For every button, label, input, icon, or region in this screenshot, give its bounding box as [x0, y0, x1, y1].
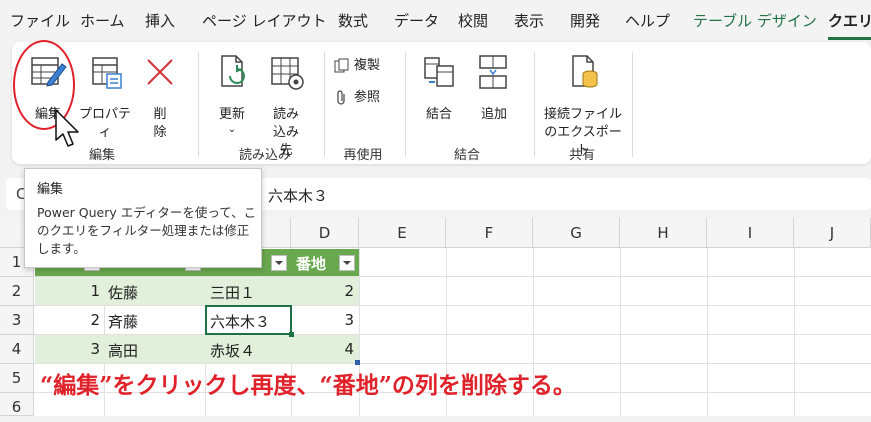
- table-cell-number[interactable]: 2: [300, 282, 354, 300]
- menu-table-design[interactable]: テーブル デザイン: [693, 10, 817, 31]
- refresh-button[interactable]: 更新 ⌄: [210, 52, 254, 136]
- merge-icon: [424, 57, 454, 87]
- group-label-combine: 結合: [453, 148, 480, 163]
- gridline: [794, 248, 795, 416]
- menu-view[interactable]: 表示: [514, 10, 544, 31]
- instruction-annotation: “編集”をクリックし再度、“番地”の列を削除する。: [40, 372, 576, 399]
- table-cell-name[interactable]: 斉藤: [108, 311, 138, 332]
- menu-data[interactable]: データ: [394, 10, 439, 31]
- paperclip-icon: [337, 89, 345, 105]
- group-separator: [198, 52, 199, 157]
- delete-x-icon: [147, 59, 173, 85]
- table-cell-id[interactable]: 1: [40, 282, 100, 300]
- menu-file[interactable]: ファイル: [10, 10, 70, 31]
- duplicate-label: 複製: [354, 58, 381, 73]
- group-separator: [534, 52, 535, 157]
- menu-bar: ファイル ホーム 挿入 ページ レイアウト 数式 データ 校閲 表示 開発 ヘル…: [0, 0, 871, 40]
- chevron-down-icon: [275, 261, 283, 265]
- row-header[interactable]: 6: [0, 393, 34, 416]
- gridline: [34, 363, 871, 364]
- gridline: [620, 248, 621, 416]
- mouse-pointer-icon: [55, 109, 79, 147]
- group-label-share: 共有: [568, 148, 595, 163]
- table-cell-name[interactable]: 佐藤: [108, 282, 138, 303]
- table-cell-address[interactable]: 三田１: [210, 282, 255, 303]
- append-label: 追加: [480, 107, 507, 122]
- menu-page-layout[interactable]: ページ レイアウト: [202, 10, 326, 31]
- row-header[interactable]: 2: [0, 277, 34, 306]
- menu-formulas[interactable]: 数式: [338, 10, 368, 31]
- delete-button[interactable]: 削除: [140, 52, 180, 142]
- group-separator: [632, 52, 633, 157]
- table-cell-number[interactable]: 4: [300, 340, 354, 358]
- menu-help[interactable]: ヘルプ: [625, 10, 670, 31]
- refresh-label: 更新: [218, 107, 245, 122]
- delete-label: 削除: [153, 107, 167, 140]
- refresh-icon: [221, 55, 245, 87]
- active-tab-indicator: [828, 37, 871, 40]
- tooltip-body: Power Query エディターを使って、このクエリをフィルター処理または修正…: [37, 205, 257, 256]
- row-header[interactable]: 3: [0, 306, 34, 335]
- tooltip-title: 編集: [37, 182, 64, 197]
- merge-button[interactable]: 結合: [417, 52, 461, 124]
- chevron-down-icon: [343, 261, 351, 265]
- menu-developer[interactable]: 開発: [570, 10, 600, 31]
- column-header-e[interactable]: E: [359, 218, 446, 248]
- fill-handle[interactable]: [289, 332, 294, 337]
- filter-dropdown-button[interactable]: [339, 255, 355, 271]
- table-resize-handle[interactable]: [355, 360, 360, 365]
- column-header-j[interactable]: J: [794, 218, 871, 248]
- export-connection-icon: [572, 55, 598, 88]
- table-header-number: 番地: [296, 255, 327, 273]
- chevron-down-icon[interactable]: ⌄: [210, 124, 254, 136]
- duplicate-icon: [334, 58, 349, 72]
- group-separator: [405, 52, 406, 157]
- table-cell-address[interactable]: 赤坂４: [210, 340, 255, 361]
- menu-home[interactable]: ホーム: [80, 10, 125, 31]
- group-label-reuse: 再使用: [343, 148, 383, 163]
- table-cell-number[interactable]: 3: [300, 311, 354, 329]
- edit-tooltip: 編集 Power Query エディターを使って、このクエリをフィルター処理また…: [24, 168, 262, 268]
- reference-button[interactable]: 参照: [334, 86, 380, 106]
- gridline: [34, 305, 871, 306]
- menu-insert[interactable]: 挿入: [145, 10, 175, 31]
- table-cell-name[interactable]: 高田: [108, 340, 138, 361]
- formula-value[interactable]: 六本木３: [268, 185, 328, 206]
- column-header-i[interactable]: I: [707, 218, 794, 248]
- menu-query[interactable]: クエリ: [828, 10, 871, 31]
- table-cell-id[interactable]: 2: [40, 311, 100, 329]
- reference-label: 参照: [354, 90, 381, 105]
- load-to-icon: [271, 57, 304, 90]
- group-label-load: 読み込み: [238, 148, 291, 163]
- column-header-f[interactable]: F: [446, 218, 533, 248]
- active-cell-selection[interactable]: [205, 305, 292, 335]
- append-icon: [479, 55, 507, 89]
- row-header[interactable]: 4: [0, 335, 34, 364]
- group-separator: [324, 52, 325, 157]
- row-header[interactable]: 5: [0, 364, 34, 393]
- filter-dropdown-button[interactable]: [271, 255, 287, 271]
- table-cell-id[interactable]: 3: [40, 340, 100, 358]
- column-header-g[interactable]: G: [533, 218, 620, 248]
- menu-review[interactable]: 校閲: [458, 10, 488, 31]
- duplicate-button[interactable]: 複製: [334, 54, 380, 74]
- merge-label: 結合: [425, 107, 452, 122]
- properties-icon: [92, 57, 122, 89]
- column-header-h[interactable]: H: [620, 218, 707, 248]
- column-header-d[interactable]: D: [291, 218, 359, 248]
- append-button[interactable]: 追加: [472, 52, 516, 124]
- ribbon: 編集 プロパティ 削除 編集 更新 ⌄ 読み込み先 読み込み 複製 参照 再使用…: [12, 42, 871, 164]
- gridline: [707, 248, 708, 416]
